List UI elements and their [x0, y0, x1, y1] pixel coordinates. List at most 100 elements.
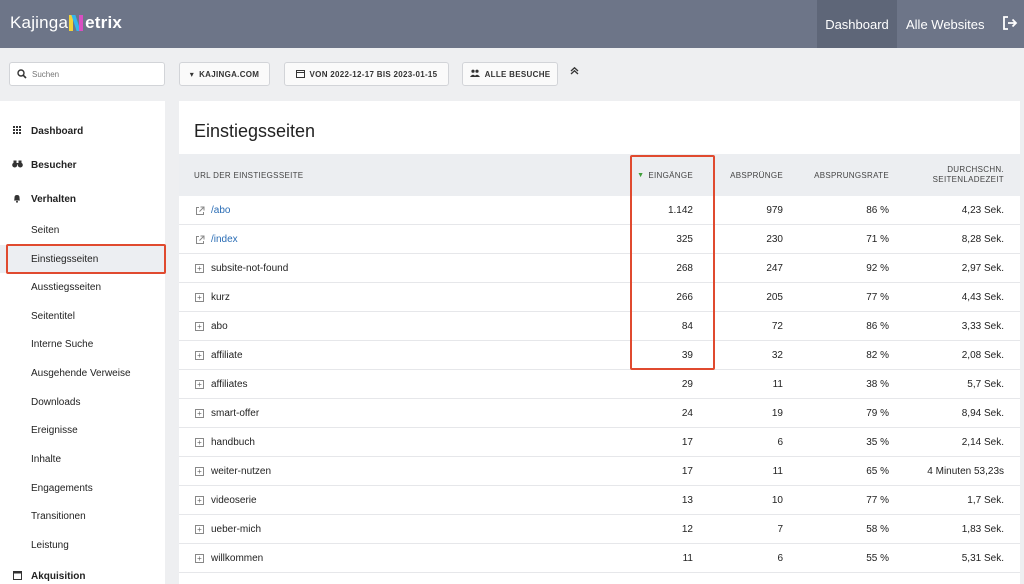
expand-plus-icon[interactable]: +	[195, 438, 204, 447]
sidebar: Dashboard Besucher Verhalten Seiten Eins…	[0, 101, 165, 584]
cell-bounces: 247	[766, 263, 783, 274]
calendar-icon	[295, 69, 305, 80]
cell-load-time: 8,28 Sek.	[961, 234, 1004, 245]
logout-icon[interactable]	[1002, 15, 1018, 31]
segment-label: ALLE BESUCHE	[484, 69, 551, 79]
table-row[interactable]: + willkommen 11 6 55 % 5,31 Sek.	[179, 544, 1020, 573]
search-box[interactable]	[9, 62, 165, 86]
expand-plus-icon[interactable]: +	[195, 525, 204, 534]
cell-entries: 17	[681, 437, 693, 448]
search-input[interactable]	[32, 69, 152, 79]
binoculars-icon	[11, 160, 23, 170]
cell-bounce-rate: 38 %	[866, 379, 889, 390]
sidebar-item-page-titles[interactable]: Seitentitel	[0, 302, 165, 330]
cell-url: + willkommen	[194, 544, 263, 573]
url-label: videoserie	[211, 495, 257, 506]
site-selector-button[interactable]: ▾ KAJINGA.COM	[179, 62, 270, 86]
table-row[interactable]: + smart-offer 24 19 79 % 8,94 Sek.	[179, 399, 1020, 428]
url-label: weiter-nutzen	[211, 466, 272, 477]
date-range-label: VON 2022-12-17 BIS 2023-01-15	[309, 69, 438, 79]
sidebar-item-site-search[interactable]: Interne Suche	[0, 330, 165, 358]
sidebar-item-pages[interactable]: Seiten	[0, 216, 165, 244]
cell-load-time: 1,7 Sek.	[967, 495, 1004, 506]
sidebar-item-behavior[interactable]: Verhalten	[0, 184, 165, 214]
segment-button[interactable]: ALLE BESUCHE	[462, 62, 558, 86]
expand-plus-icon[interactable]: +	[195, 293, 204, 302]
sidebar-item-dashboard[interactable]: Dashboard	[0, 116, 165, 146]
sidebar-item-transitions[interactable]: Transitionen	[0, 502, 165, 530]
expand-plus-icon[interactable]: +	[195, 380, 204, 389]
column-header-bounces[interactable]: ABSPRÜNGE	[730, 154, 783, 196]
table-row[interactable]: + ueber-mich 12 7 58 % 1,83 Sek.	[179, 515, 1020, 544]
sidebar-item-outlinks[interactable]: Ausgehende Verweise	[0, 359, 165, 387]
url-label: affiliates	[211, 379, 248, 390]
cell-url: + videoserie	[194, 486, 257, 515]
table-row[interactable]: + handbuch 17 6 35 % 2,14 Sek.	[179, 428, 1020, 457]
url-link[interactable]: /abo	[211, 205, 230, 216]
cell-bounces: 230	[766, 234, 783, 245]
sidebar-item-label: Dashboard	[31, 125, 84, 137]
sidebar-item-downloads[interactable]: Downloads	[0, 388, 165, 416]
logo-m-mark	[69, 15, 84, 31]
table-row[interactable]: + kurz 266 205 77 % 4,43 Sek.	[179, 283, 1020, 312]
table-row[interactable]: + weiter-nutzen 17 11 65 % 4 Minuten 53,23s	[179, 457, 1020, 486]
sidebar-item-events[interactable]: Ereignisse	[0, 416, 165, 444]
cell-bounces: 6	[777, 553, 783, 564]
users-icon	[469, 69, 480, 79]
date-range-button[interactable]: VON 2022-12-17 BIS 2023-01-15	[284, 62, 449, 86]
table-row[interactable]: + videoserie 13 10 77 % 1,7 Sek.	[179, 486, 1020, 515]
sidebar-item-visitors[interactable]: Besucher	[0, 150, 165, 180]
url-label: ueber-mich	[211, 524, 262, 535]
external-link-icon[interactable]	[194, 206, 205, 216]
collapse-filters-icon[interactable]	[570, 66, 579, 78]
app-logo[interactable]: Kajinga etrix	[10, 13, 122, 33]
sidebar-item-engagements[interactable]: Engagements	[0, 474, 165, 502]
expand-plus-icon[interactable]: +	[195, 554, 204, 563]
table-row[interactable]: /abo 1.142 979 86 % 4,23 Sek.	[179, 196, 1020, 225]
expand-plus-icon[interactable]: +	[195, 264, 204, 273]
table-row[interactable]: + affiliates 29 11 38 % 5,7 Sek.	[179, 370, 1020, 399]
cell-url: + ueber-mich	[194, 515, 261, 544]
cell-entries: 24	[681, 408, 693, 419]
sidebar-item-label: Besucher	[31, 159, 77, 171]
sidebar-item-exit-pages[interactable]: Ausstiegsseiten	[0, 273, 165, 301]
cell-load-time: 4,23 Sek.	[961, 205, 1004, 216]
table-row[interactable]: + affiliate 39 32 82 % 2,08 Sek.	[179, 341, 1020, 370]
column-header-bounce-rate[interactable]: ABSPRUNGSRATE	[814, 154, 889, 196]
url-link[interactable]: /index	[211, 234, 238, 245]
cell-entries: 13	[681, 495, 693, 506]
cell-url: + kurz	[194, 283, 230, 312]
table-row[interactable]: /index 325 230 71 % 8,28 Sek.	[179, 225, 1020, 254]
nav-all-websites[interactable]: Alle Websites	[906, 0, 985, 48]
expand-plus-icon[interactable]: +	[195, 322, 204, 331]
table-row[interactable]: + abo 84 72 86 % 3,33 Sek.	[179, 312, 1020, 341]
column-header-load-time[interactable]: DURCHSCHN. SEITENLADEZEIT	[933, 154, 1004, 196]
cell-entries: 12	[681, 524, 693, 535]
expand-plus-icon[interactable]: +	[195, 409, 204, 418]
cell-url: + weiter-nutzen	[194, 457, 271, 486]
url-label: smart-offer	[211, 408, 260, 419]
page-title: Einstiegsseiten	[194, 121, 316, 141]
cell-bounces: 11	[772, 466, 783, 477]
expand-plus-icon[interactable]: +	[195, 351, 204, 360]
top-bar: Kajinga etrix Dashboard Alle Websites	[0, 0, 1024, 48]
column-header-url[interactable]: URL DER EINSTIEGSSEITE	[194, 154, 303, 196]
cell-entries: 11	[682, 553, 693, 564]
cell-load-time: 2,14 Sek.	[961, 437, 1004, 448]
cell-bounces: 7	[777, 524, 783, 535]
url-label: handbuch	[211, 437, 255, 448]
cell-bounces: 11	[772, 379, 783, 390]
expand-plus-icon[interactable]: +	[195, 496, 204, 505]
expand-plus-icon[interactable]: +	[195, 467, 204, 476]
site-selector-label: KAJINGA.COM	[199, 69, 260, 79]
sidebar-item-contents[interactable]: Inhalte	[0, 445, 165, 473]
sidebar-item-acquisition[interactable]: Akquisition	[0, 561, 165, 584]
url-label: kurz	[211, 292, 230, 303]
table-row[interactable]: + subsite-not-found 268 247 92 % 2,97 Sek.	[179, 254, 1020, 283]
cell-bounce-rate: 58 %	[866, 524, 889, 535]
external-link-icon[interactable]	[194, 235, 205, 245]
sidebar-item-performance[interactable]: Leistung	[0, 531, 165, 559]
highlight-entry-pages	[6, 244, 166, 274]
nav-dashboard[interactable]: Dashboard	[817, 0, 897, 48]
url-label: willkommen	[211, 553, 264, 564]
